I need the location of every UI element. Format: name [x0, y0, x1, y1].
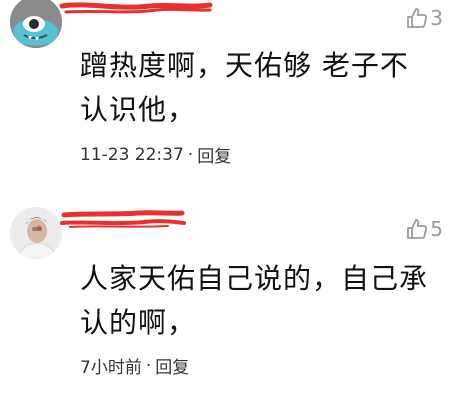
comment-meta: 7小时前 · 回复 [80, 353, 189, 379]
comment-item: 3 蹭热度啊，天佑够 老子不认识他， 11-23 22:37 · 回复 [0, 0, 453, 190]
thumbs-up-icon [407, 8, 428, 28]
comment-text: 蹭热度啊，天佑够 老子不认识他， [80, 49, 409, 126]
comment-text: 人家天佑自己说的，自己承认的啊， [80, 262, 429, 339]
comment-time: 7小时前 [80, 358, 142, 378]
username[interactable] [72, 2, 212, 18]
comment-time: 11-23 22:37 [80, 144, 184, 165]
avatar-photo-icon [10, 207, 62, 259]
like-button[interactable]: 3 [405, 6, 443, 30]
comment-item: 5 人家天佑自己说的，自己承认的啊， 7小时前 · 回复 [0, 195, 453, 402]
avatar-monster-icon [10, 0, 62, 48]
comment-meta: 11-23 22:37 · 回复 [80, 142, 231, 168]
like-count: 5 [430, 217, 443, 241]
thumbs-up-icon [407, 219, 428, 239]
avatar[interactable] [10, 207, 62, 259]
like-button[interactable]: 5 [405, 217, 443, 241]
meta-separator: · [187, 144, 194, 165]
reply-button[interactable]: 回复 [197, 142, 231, 167]
username[interactable] [72, 211, 190, 227]
meta-separator: · [145, 355, 152, 376]
avatar[interactable] [10, 0, 62, 48]
reply-button[interactable]: 回复 [155, 353, 189, 378]
like-count: 3 [430, 6, 443, 30]
